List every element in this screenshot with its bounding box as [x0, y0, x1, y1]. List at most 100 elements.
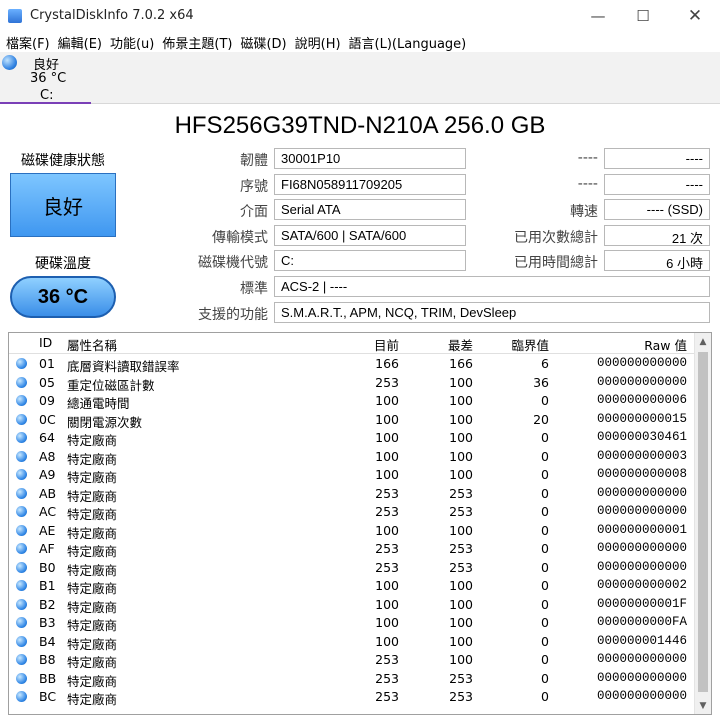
row-threshold: 0	[541, 541, 549, 556]
status-dot-icon	[16, 561, 27, 573]
row-raw: 000000000006	[596, 393, 687, 407]
status-dot-icon	[16, 450, 27, 462]
row-worst: 100	[449, 596, 473, 612]
table-row[interactable]: B0 特定廠商 253 253 0 000000000000	[9, 558, 695, 578]
header-id[interactable]: ID	[39, 335, 52, 350]
model-title: HFS256G39TND-N210A 256.0 GB	[174, 112, 546, 139]
row-current: 100	[375, 430, 399, 445]
status-dot-icon	[16, 506, 27, 517]
features-label: 支援的功能	[198, 307, 268, 323]
scroll-down-icon[interactable]: ▼	[695, 697, 711, 714]
row-raw: 000000000000	[596, 541, 687, 555]
smart-table[interactable]: ID 屬性名稱 目前 最差 臨界值 Raw 值 01 底層資料讀取錯誤率 166 16…	[8, 332, 712, 715]
power-on-hours-field: 6 小時	[604, 250, 710, 271]
table-row[interactable]: 64 特定廠商 100 100 0 000000030461	[9, 428, 695, 448]
header-worst[interactable]: 最差	[448, 335, 473, 354]
row-worst: 100	[449, 652, 473, 667]
row-current: 100	[375, 633, 399, 649]
table-row[interactable]: AF 特定廠商 253 253 0 000000000000	[9, 539, 695, 559]
menu-help[interactable]: 說明(H)	[295, 33, 341, 52]
row-worst: 100	[449, 615, 473, 630]
temperature-badge: 36 °C	[10, 276, 116, 318]
row-threshold: 0	[541, 633, 549, 649]
row-id: 09	[39, 393, 55, 408]
scroll-thumb[interactable]	[698, 352, 708, 692]
table-row[interactable]: BB 特定廠商 253 253 0 000000000000	[9, 669, 695, 689]
table-row[interactable]: B8 特定廠商 253 100 0 000000000000	[9, 650, 695, 670]
row-threshold: 0	[541, 448, 549, 464]
header-name[interactable]: 屬性名稱	[67, 335, 117, 354]
transfer-mode-field: SATA/600 | SATA/600	[274, 225, 466, 246]
minimize-button[interactable]: —	[575, 0, 621, 32]
row-threshold: 0	[541, 467, 549, 482]
row-id: BB	[39, 670, 57, 686]
row-threshold: 0	[541, 578, 549, 593]
menu-disk[interactable]: 磁碟(D)	[240, 33, 286, 52]
rotation-field: ---- (SSD)	[604, 199, 710, 220]
table-row[interactable]: A8 特定廠商 100 100 0 000000000003	[9, 447, 695, 467]
header-raw[interactable]: Raw 值	[644, 335, 687, 354]
status-dot-icon	[16, 395, 27, 406]
menu-function[interactable]: 功能(u)	[110, 33, 154, 52]
table-row[interactable]: BC 特定廠商 253 253 0 000000000000	[9, 687, 695, 707]
row-worst: 100	[449, 578, 473, 593]
row-worst: 253	[449, 689, 473, 704]
header-current[interactable]: 目前	[374, 335, 399, 354]
status-dot-icon	[16, 635, 27, 647]
menu-file[interactable]: 檔案(F)	[6, 33, 50, 52]
table-row[interactable]: AB 特定廠商 253 253 0 000000000000	[9, 484, 695, 504]
row-raw: 000000000000	[596, 670, 687, 685]
row-current: 100	[375, 615, 399, 630]
row-id: B1	[39, 578, 56, 593]
maximize-button[interactable]: ☐	[620, 0, 666, 32]
row-current: 100	[375, 596, 399, 612]
unknown2-field: ----	[604, 174, 710, 195]
row-id: AF	[39, 541, 55, 556]
status-dot-icon	[16, 524, 27, 536]
table-row[interactable]: B1 特定廠商 100 100 0 000000000002	[9, 576, 695, 596]
row-worst: 166	[449, 356, 473, 371]
table-row[interactable]: AE 特定廠商 100 100 0 000000000001	[9, 521, 695, 541]
table-row[interactable]: 05 重定位磁區計數 253 100 36 000000000000	[9, 373, 695, 393]
menu-bar: 檔案(F) 編輯(E) 功能(u) 佈景主題(T) 磁碟(D) 說明(H) 語言…	[0, 32, 720, 52]
row-current: 253	[375, 504, 399, 519]
header-threshold[interactable]: 臨界值	[511, 335, 549, 354]
row-id: B8	[39, 652, 56, 667]
row-threshold: 0	[541, 670, 549, 686]
row-threshold: 20	[533, 411, 549, 427]
row-threshold: 0	[541, 522, 549, 538]
disk-tab-c[interactable]: 良好 36 °C C:	[0, 52, 91, 104]
menu-language[interactable]: 語言(L)(Language)	[349, 33, 467, 52]
row-threshold: 0	[541, 559, 549, 575]
table-row[interactable]: 01 底層資料讀取錯誤率 166 166 6 000000000000	[9, 354, 695, 374]
disk-tab-drive: C:	[40, 88, 54, 103]
row-name: 特定廠商	[67, 692, 118, 707]
table-row[interactable]: B4 特定廠商 100 100 0 000000001446	[9, 632, 695, 652]
row-id: B2	[39, 596, 56, 612]
table-row[interactable]: A9 特定廠商 100 100 0 000000000008	[9, 465, 695, 485]
row-id: AC	[39, 504, 57, 519]
row-current: 100	[375, 393, 399, 408]
row-current: 253	[375, 541, 399, 556]
row-worst: 100	[449, 430, 473, 445]
status-dot-icon	[16, 432, 27, 443]
table-row[interactable]: B3 特定廠商 100 100 0 0000000000FA	[9, 613, 695, 633]
menu-theme[interactable]: 佈景主題(T)	[162, 33, 232, 52]
table-row[interactable]: 09 總通電時間 100 100 0 000000000006	[9, 391, 695, 411]
menu-edit[interactable]: 編輯(E)	[58, 33, 102, 52]
table-row[interactable]: 0C 關閉電源次數 100 100 20 000000000015	[9, 410, 695, 430]
smart-table-scrollbar[interactable]: ▲ ▼	[694, 333, 711, 714]
unknown1-label: ----	[577, 150, 598, 166]
table-row[interactable]: B2 特定廠商 100 100 0 00000000001F	[9, 595, 695, 615]
row-threshold: 0	[541, 393, 549, 408]
drive-letter-field: C:	[274, 250, 466, 271]
scroll-up-icon[interactable]: ▲	[695, 333, 711, 350]
row-raw: 00000000001F	[596, 596, 687, 611]
health-status-badge[interactable]: 良好	[10, 173, 116, 237]
close-button[interactable]: ✕	[672, 0, 718, 32]
status-dot-icon	[16, 654, 27, 665]
app-icon	[8, 9, 22, 23]
table-row[interactable]: AC 特定廠商 253 253 0 000000000000	[9, 502, 695, 522]
row-current: 100	[375, 448, 399, 464]
row-worst: 100	[449, 448, 473, 464]
